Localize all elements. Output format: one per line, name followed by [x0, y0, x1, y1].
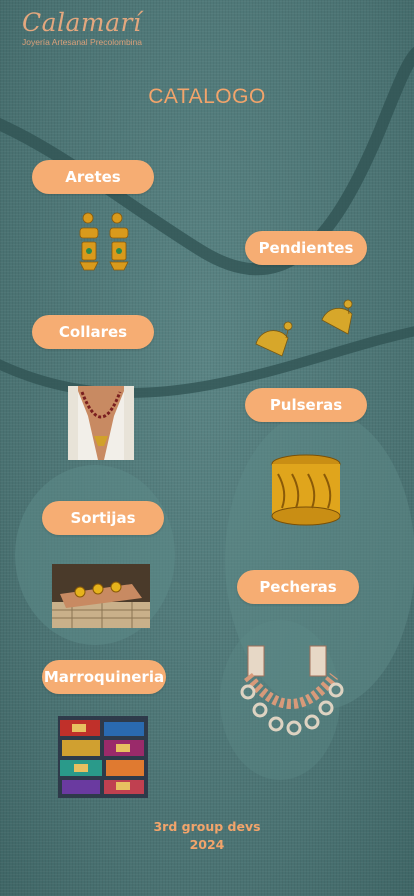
aretes-image [79, 212, 129, 271]
category-pulseras-button[interactable]: Pulseras [245, 388, 367, 422]
page-title: CATALOGO [148, 85, 266, 108]
category-pecheras-button[interactable]: Pecheras [237, 570, 359, 604]
footer-team: 3rd group devs [153, 819, 261, 834]
brand-subtitle: Joyería Artesanal Precolombina [22, 37, 143, 47]
brand-logo: Calamarí Joyería Artesanal Precolombina [22, 8, 202, 47]
brand-name: Calamarí [22, 8, 142, 37]
footer: 3rd group devs 2024 [0, 818, 414, 854]
category-aretes-button[interactable]: Aretes [32, 160, 154, 194]
category-pendientes-button[interactable]: Pendientes [245, 231, 367, 265]
sortijas-image [52, 564, 150, 628]
category-sortijas-button[interactable]: Sortijas [42, 501, 164, 535]
category-marroquineria-button[interactable]: Marroquineria [42, 660, 166, 694]
pecheras-image [240, 645, 344, 736]
pendientes-image [255, 299, 353, 357]
collares-image [68, 386, 134, 460]
pulseras-image [271, 454, 341, 526]
marroquineria-image [58, 716, 148, 798]
category-collares-button[interactable]: Collares [32, 315, 154, 349]
footer-year: 2024 [189, 837, 225, 852]
